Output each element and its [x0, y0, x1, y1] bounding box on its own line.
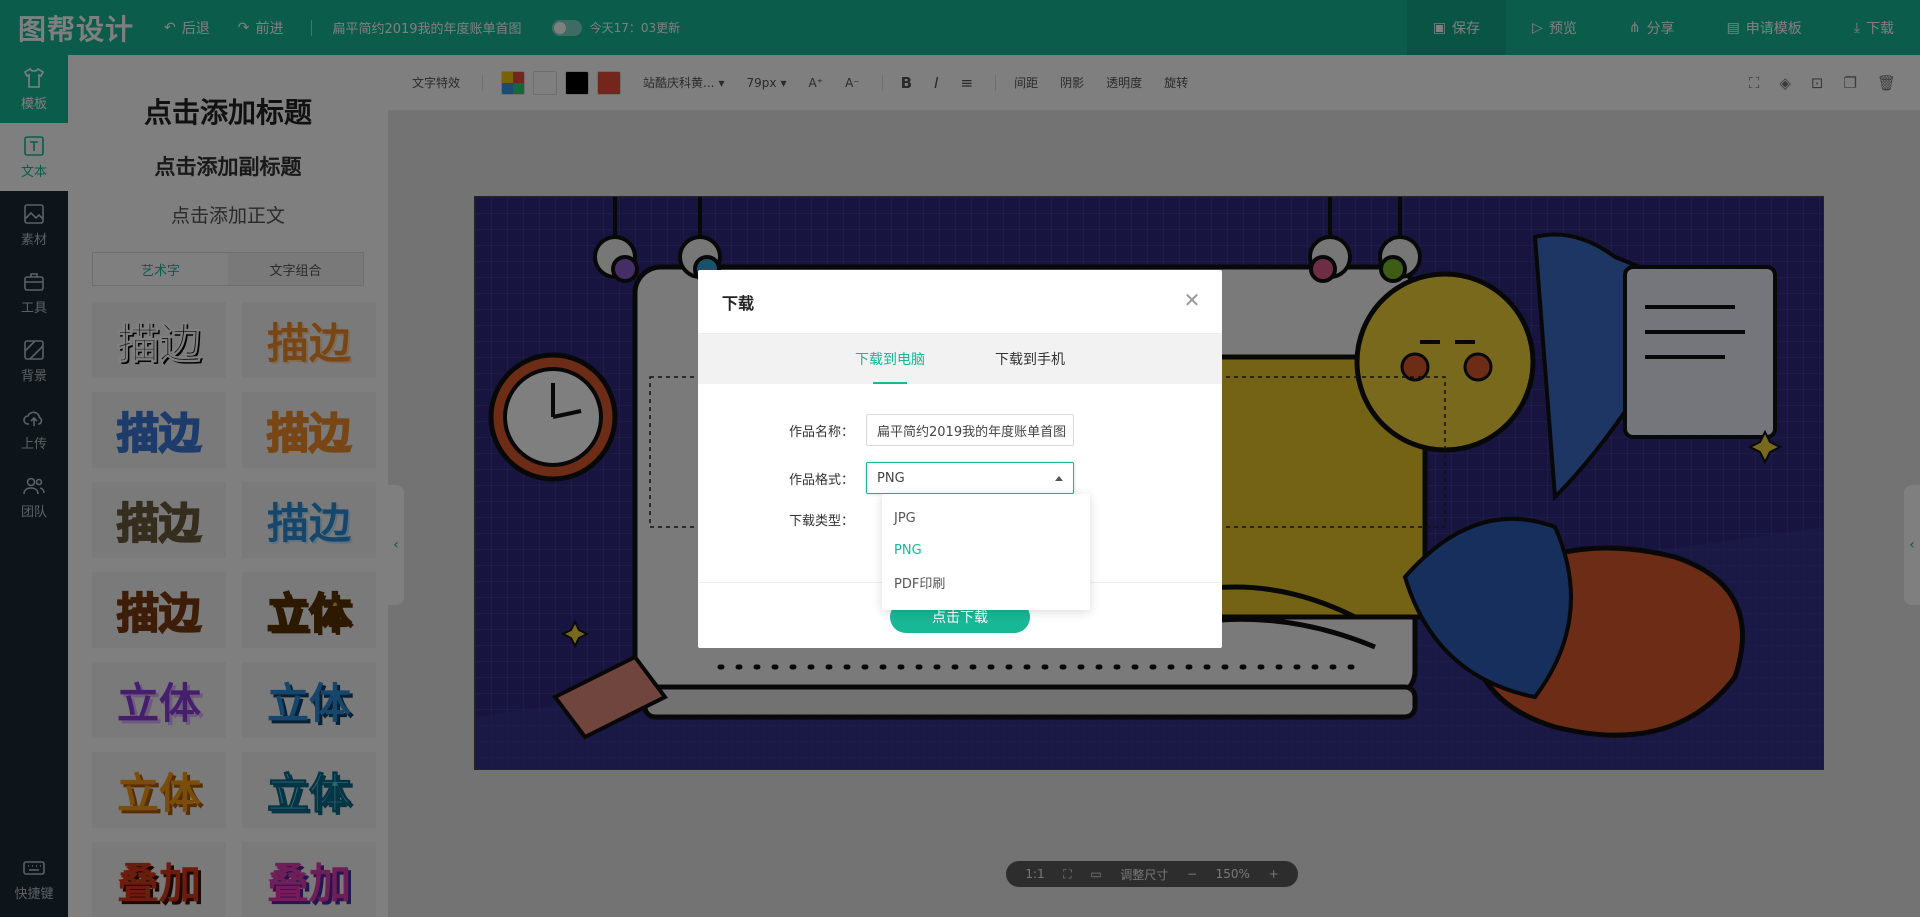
format-option-pdf[interactable]: PDF印刷	[882, 566, 1090, 598]
type-row: 下载类型：	[698, 510, 866, 529]
format-select-value: PNG	[877, 470, 905, 486]
work-name-input[interactable]: 扁平简约2019我的年度账单首图	[866, 414, 1074, 446]
work-name-label: 作品名称：	[788, 424, 854, 440]
download-tabs: 下载到电脑 下载到手机	[698, 334, 1222, 384]
tab-download-to-pc[interactable]: 下载到电脑	[855, 334, 925, 384]
name-row: 作品名称： 扁平简约2019我的年度账单首图	[698, 414, 1074, 446]
tab-download-to-phone[interactable]: 下载到手机	[995, 334, 1065, 384]
format-dropdown: JPG PNG PDF印刷	[882, 494, 1090, 610]
work-format-label: 作品格式：	[788, 472, 854, 488]
caret-up-icon	[1055, 475, 1063, 481]
work-format-select[interactable]: PNG	[866, 462, 1074, 494]
format-row: 作品格式： PNG	[698, 462, 1074, 494]
dialog-title: 下载	[698, 270, 1222, 334]
download-type-label: 下载类型：	[788, 514, 854, 529]
format-option-png[interactable]: PNG	[882, 534, 1090, 566]
close-icon[interactable]: ✕	[1182, 290, 1202, 310]
format-option-jpg[interactable]: JPG	[882, 502, 1090, 534]
